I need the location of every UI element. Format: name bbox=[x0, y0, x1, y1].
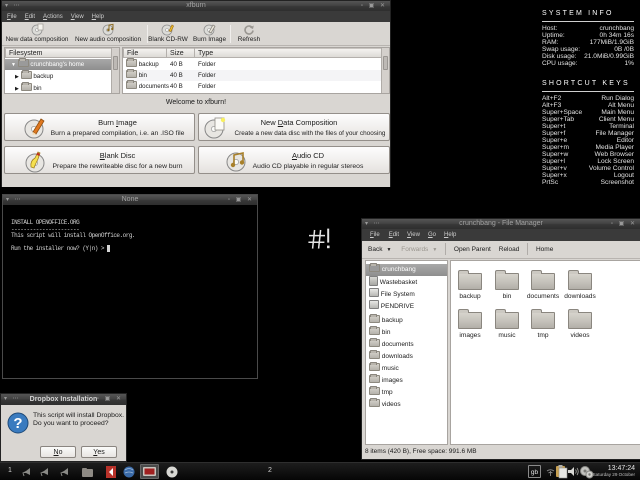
svg-text:?: ? bbox=[13, 415, 22, 432]
